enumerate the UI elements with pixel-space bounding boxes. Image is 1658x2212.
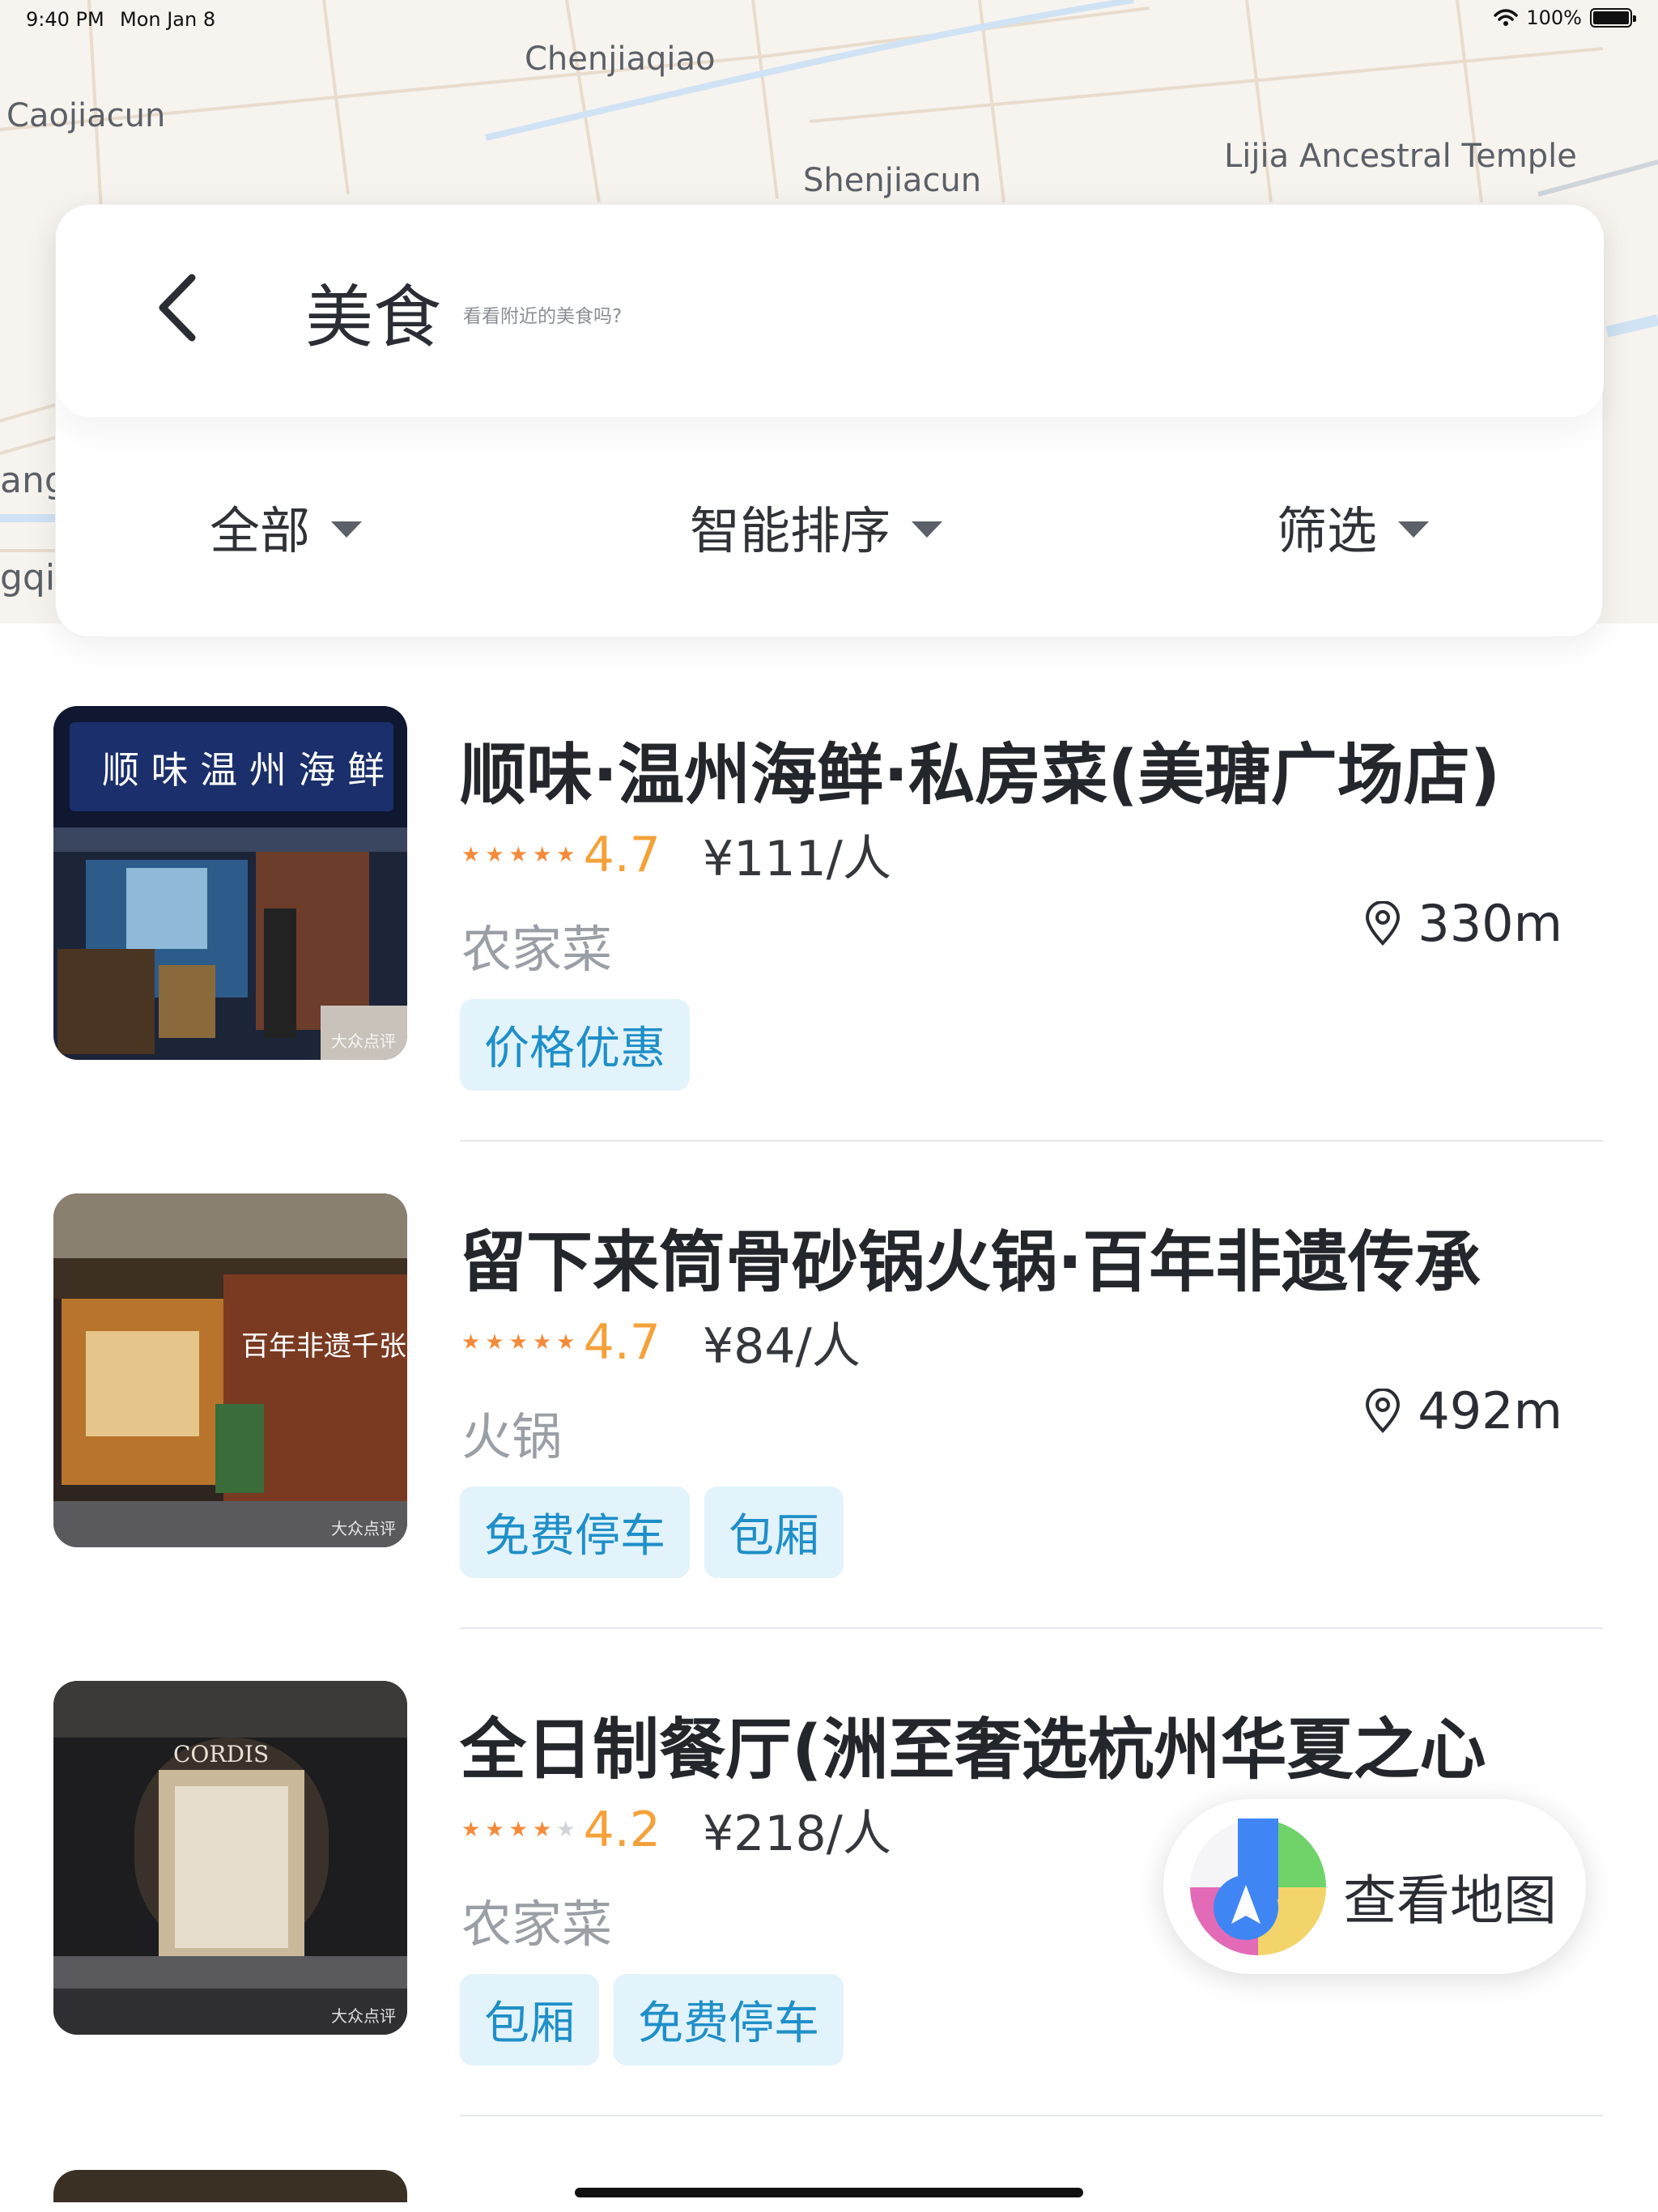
price-per-person: ¥218/人 [702,1806,891,1862]
restaurant-name: 留下来筒骨砂锅火锅·百年非遗传承 [460,1224,1482,1301]
star-icon: ★ [556,842,576,867]
storefront-image: 百年非遗千张 啃啃筒骨更香 [53,1193,407,1547]
star-icon: ★ [508,1817,528,1842]
star-icon: ★ [485,1817,504,1842]
chevron-left-icon [159,274,196,342]
cuisine-category: 农家菜 [461,920,613,979]
battery-icon [1590,8,1636,28]
filter-screen-dropdown[interactable]: 筛选 [1277,490,1430,563]
filter-label: 全部 [210,501,311,560]
caret-down-icon [1398,521,1430,538]
storefront-image: 顺 味 温 州 海 鲜 [53,706,407,1060]
location-pin-icon [1366,1388,1401,1433]
star-icon: ★ [461,1329,481,1355]
page-subtitle: 看看附近的美食吗? [463,306,623,327]
back-button[interactable] [137,263,218,352]
rating-row: ★ ★ ★ ★ ★ 4.2 ¥218/人 [461,1794,891,1865]
view-map-button[interactable]: 查看地图 [1163,1799,1586,1974]
filter-label: 筛选 [1277,501,1378,560]
map-label: Chenjiaqiao [525,40,716,78]
battery-percent: 100% [1526,6,1582,29]
cuisine-category: 火锅 [461,1407,563,1466]
filter-sort-dropdown[interactable]: 智能排序 [690,490,943,563]
header-card: 美食 看看附近的美食吗? 全部 智能排序 筛选 [55,204,1604,638]
distance: 330m [1364,894,1562,953]
restaurant-name: 全日制餐厅(洲至奢选杭州华夏之心 [460,1712,1486,1789]
page-title: 美食 [305,278,442,357]
star-icon: ★ [485,1329,504,1355]
rating-row: ★ ★ ★ ★ ★ 4.7 ¥84/人 [461,1307,861,1377]
caret-down-icon [331,521,363,538]
image-watermark: 大众点评 [331,2006,396,2026]
restaurant-photo: 百年非遗千张 啃啃筒骨更香 大众点评 [53,1193,407,1547]
star-icon: ★ [461,842,481,867]
map-label: Lijia Ancestral Temple [1224,138,1577,175]
storefront-sign: 顺 味 温 州 海 鲜 [102,748,385,792]
star-icon: ★ [556,1817,576,1842]
home-indicator[interactable] [575,2188,1083,2197]
distance-value: 330m [1418,894,1562,953]
image-watermark: 大众点评 [331,1519,396,1538]
wifi-icon [1494,9,1519,26]
divider [460,2115,1603,2116]
status-date: Mon Jan 8 [120,8,216,31]
star-icon: ★ [508,842,528,867]
restaurant-photo: 顺 味 温 州 海 鲜 大众点评 [53,706,407,1060]
star-rating: ★ ★ ★ ★ ★ [461,1332,576,1353]
star-rating: ★ ★ ★ ★ ★ [461,844,576,866]
storefront-sign: CORDIS [173,1741,269,1767]
cuisine-category: 农家菜 [461,1895,613,1954]
caret-down-icon [912,521,943,538]
storefront-image: CORDIS [53,1681,407,2035]
status-time: 9:40 PM [26,8,104,31]
star-icon: ★ [556,1329,576,1355]
app-screen: { "status_bar": { "time": "9:40 PM", "da… [0,0,1658,2212]
star-icon: ★ [461,1817,481,1842]
star-icon: ★ [532,1817,552,1842]
location-pin-icon [1366,900,1401,946]
rating-value: 4.7 [583,826,661,883]
tag-badge: 包厢 [460,1974,599,2065]
tag-badge: 免费停车 [460,1487,690,1578]
tag-badge: 包厢 [704,1487,844,1578]
price-per-person: ¥84/人 [702,1318,861,1375]
title-row: 美食 看看附近的美食吗? [56,205,1604,417]
filter-label: 智能排序 [690,501,891,560]
filter-bar: 全部 智能排序 筛选 [56,417,1604,638]
rating-value: 4.2 [583,1801,661,1858]
image-watermark: 大众点评 [331,1032,396,1051]
restaurant-name: 顺味·温州海鲜·私房菜(美瑭广场店) [460,737,1501,814]
rating-value: 4.7 [583,1313,661,1371]
price-per-person: ¥111/人 [702,831,891,887]
divider [460,1140,1603,1142]
tag-badge: 免费停车 [614,1974,844,2065]
restaurant-item[interactable]: 顺 味 温 州 海 鲜 大众点评 顺味·温州海鲜·私房菜(美瑭广场店) ★ ★ … [0,706,1658,1192]
tag-list: 价格优惠 [460,999,690,1091]
status-bar: 9:40 PM Mon Jan 8 100% [0,0,1658,39]
map-label: Caojiacun [6,97,166,134]
tag-list: 免费停车 包厢 [460,1487,844,1578]
rating-row: ★ ★ ★ ★ ★ 4.7 ¥111/人 [461,819,891,890]
map-navigation-icon [1190,1819,1326,1955]
status-indicators: 100% [1494,6,1636,29]
storefront-sign: 百年非遗千张 啃啃筒骨更香 [241,1330,407,1363]
star-icon: ★ [485,842,504,867]
distance: 492m [1364,1381,1562,1440]
restaurant-photo: CORDIS 大众点评 [53,1681,407,2035]
view-map-label: 查看地图 [1343,1870,1557,1932]
distance-value: 492m [1418,1381,1562,1440]
star-icon: ★ [532,842,552,867]
restaurant-photo [53,2170,407,2202]
tag-list: 包厢 免费停车 [460,1974,844,2065]
star-icon: ★ [508,1329,528,1355]
star-rating: ★ ★ ★ ★ ★ [461,1819,576,1840]
filter-all-dropdown[interactable]: 全部 [210,490,363,563]
divider [460,1627,1603,1629]
tag-badge: 价格优惠 [460,999,690,1091]
star-icon: ★ [532,1329,552,1355]
restaurant-item[interactable]: 百年非遗千张 啃啃筒骨更香 大众点评 留下来筒骨砂锅火锅·百年非遗传承 ★ ★ … [0,1193,1658,1679]
map-label: Shenjiacun [803,162,982,199]
